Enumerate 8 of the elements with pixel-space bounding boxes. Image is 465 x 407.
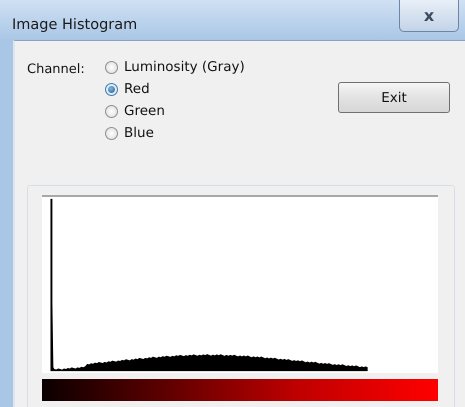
channel-radio[interactable]: Green (105, 103, 325, 119)
channel-label: Channel: (27, 61, 86, 79)
window-title: Image Histogram (11, 16, 138, 33)
channel-radio[interactable]: Luminosity (Gray) (105, 59, 325, 75)
exit-button[interactable]: Exit (338, 82, 450, 113)
channel-radio[interactable]: Red (105, 81, 325, 97)
channel-radio[interactable]: Blue (105, 125, 325, 141)
close-button[interactable]: x (399, 0, 459, 32)
